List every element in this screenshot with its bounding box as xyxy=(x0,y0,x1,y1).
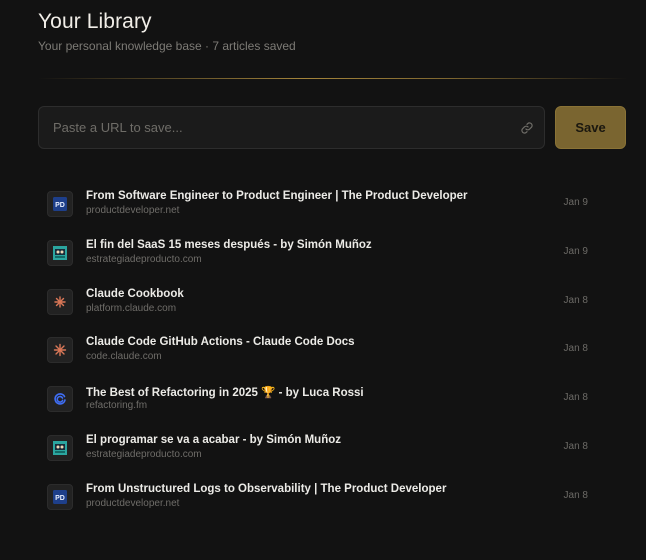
article-title: Claude Cookbook xyxy=(86,287,184,300)
article-date: Jan 9 xyxy=(563,197,588,208)
pd-favicon-icon: PD xyxy=(47,191,73,217)
url-input[interactable] xyxy=(39,107,509,148)
library-page: Your Library Your personal knowledge bas… xyxy=(0,0,646,560)
link-icon xyxy=(520,121,534,135)
page-subtitle: Your personal knowledge base · 7 article… xyxy=(38,39,296,53)
article-title: The Best of Refactoring in 2025 🏆 - by L… xyxy=(86,387,364,400)
article-domain: refactoring.fm xyxy=(86,400,148,412)
refactoring-favicon-icon xyxy=(47,386,73,413)
article-date: Jan 8 xyxy=(563,343,588,355)
article-date: Jan 8 xyxy=(563,440,588,452)
article-title: From Software Engineer to Product Engine… xyxy=(86,190,468,202)
pd-favicon-icon: PD xyxy=(47,483,73,510)
svg-text:PD: PD xyxy=(55,202,65,209)
article-list: PD From Software Engineer to Product Eng… xyxy=(38,180,602,522)
article-domain: platform.claude.com xyxy=(86,302,177,314)
list-item[interactable]: The Best of Refactoring in 2025 🏆 - by L… xyxy=(38,375,602,424)
list-item[interactable]: PD From Unstructured Logs to Observabili… xyxy=(38,473,602,522)
ep-favicon-icon xyxy=(47,434,73,461)
article-title: Claude Code GitHub Actions - Claude Code… xyxy=(86,336,355,349)
ep-favicon-icon xyxy=(47,239,73,266)
article-domain: estrategiadeproducto.com xyxy=(86,253,202,265)
svg-text:PD: PD xyxy=(55,495,65,502)
list-item[interactable]: PD From Software Engineer to Product Eng… xyxy=(38,180,602,229)
article-domain: productdeveloper.net xyxy=(86,205,180,216)
claude-favicon-icon xyxy=(47,288,73,315)
page-title: Your Library xyxy=(38,10,152,33)
article-title: From Unstructured Logs to Observability … xyxy=(86,482,447,495)
article-domain: estrategiadeproducto.com xyxy=(86,448,202,460)
article-date: Jan 8 xyxy=(563,392,588,404)
article-domain: code.claude.com xyxy=(86,351,162,363)
article-date: Jan 8 xyxy=(563,294,588,306)
article-date: Jan 9 xyxy=(563,245,588,257)
claude-favicon-icon xyxy=(47,337,73,364)
article-domain: productdeveloper.net xyxy=(86,497,180,509)
list-item[interactable]: El fin del SaaS 15 meses después - by Si… xyxy=(38,229,602,278)
list-item[interactable]: Claude Cookbook platform.claude.com Jan … xyxy=(38,278,602,327)
url-field xyxy=(38,106,545,149)
article-date: Jan 8 xyxy=(563,489,588,501)
list-item[interactable]: Claude Code GitHub Actions - Claude Code… xyxy=(38,326,602,375)
article-title: El fin del SaaS 15 meses después - by Si… xyxy=(86,238,372,251)
article-title: El programar se va a acabar - by Simón M… xyxy=(86,433,341,446)
save-button[interactable]: Save xyxy=(555,106,626,149)
list-item[interactable]: El programar se va a acabar - by Simón M… xyxy=(38,424,602,473)
header-divider xyxy=(38,78,628,79)
